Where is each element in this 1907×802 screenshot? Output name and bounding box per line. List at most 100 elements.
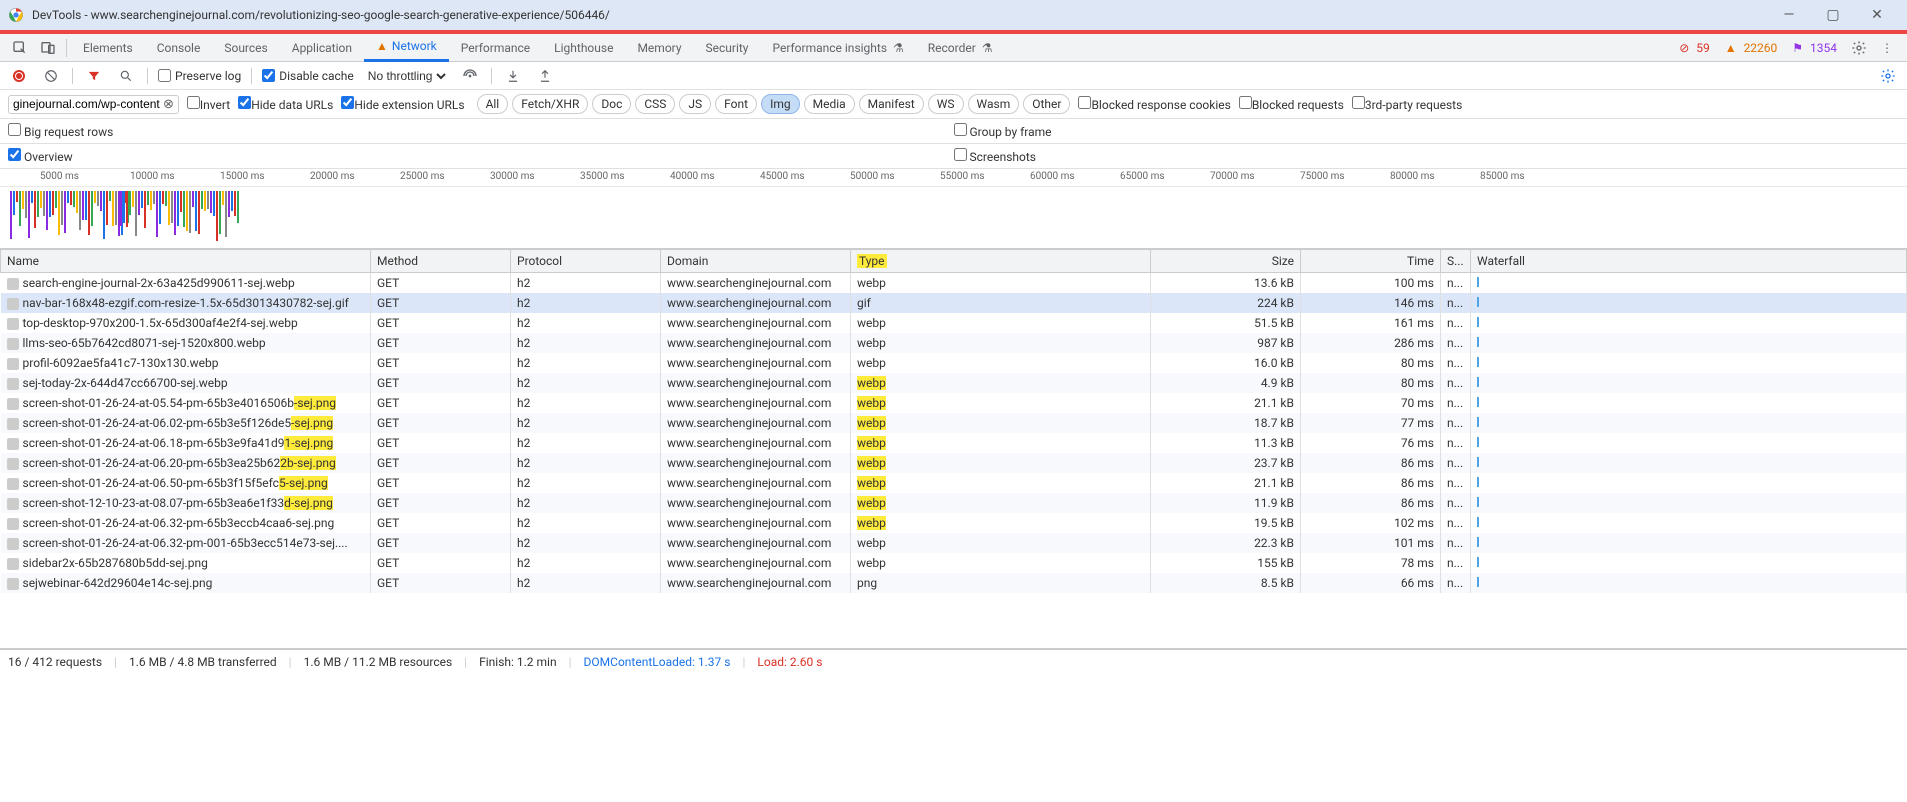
filter-pill-wasm[interactable]: Wasm: [968, 94, 1020, 114]
invert-label: Invert: [200, 98, 230, 112]
cell-time: 86 ms: [1301, 453, 1441, 473]
table-row[interactable]: profil-6092ae5fa41c7-130x130.webpGETh2ww…: [1, 353, 1907, 373]
tab-network[interactable]: ▲ Network: [364, 34, 449, 62]
issue-counters[interactable]: ⊘ 59 ▲ 22260 ⚑ 1354: [1675, 41, 1845, 55]
network-table: NameMethodProtocolDomainTypeSizeTimeS...…: [0, 249, 1907, 593]
filter-pill-img[interactable]: Img: [761, 94, 800, 114]
filter-pill-media[interactable]: Media: [804, 94, 855, 114]
col-domain[interactable]: Domain: [661, 250, 851, 273]
timeline-overview[interactable]: 5000 ms10000 ms15000 ms20000 ms25000 ms3…: [0, 169, 1907, 249]
table-row[interactable]: sejwebinar-642d29604e14c-sej.pngGETh2www…: [1, 573, 1907, 593]
table-row[interactable]: screen-shot-01-26-24-at-06.20-pm-65b3ea2…: [1, 453, 1907, 473]
filter-pill-js[interactable]: JS: [679, 94, 711, 114]
devtools-main-tabs: ElementsConsoleSourcesApplication▲ Netwo…: [0, 34, 1907, 62]
error-count: 59: [1696, 41, 1710, 55]
blocked-cookies-checkbox[interactable]: Blocked response cookies: [1078, 96, 1230, 112]
network-settings-icon[interactable]: [1877, 65, 1899, 87]
filter-pill-fetchxhr[interactable]: Fetch/XHR: [512, 94, 588, 114]
cell-size: 23.7 kB: [1151, 453, 1301, 473]
throttling-select[interactable]: No throttling: [364, 68, 449, 84]
table-row[interactable]: screen-shot-01-26-24-at-06.32-pm-001-65b…: [1, 533, 1907, 553]
big-rows-checkbox[interactable]: Big request rows: [8, 123, 113, 139]
maximize-button[interactable]: ▢: [1811, 0, 1855, 30]
filter-icon[interactable]: [83, 65, 105, 87]
filter-clear-icon[interactable]: ⊗: [163, 97, 174, 112]
disable-cache-checkbox[interactable]: Disable cache: [262, 69, 354, 83]
search-icon[interactable]: [115, 65, 137, 87]
col-name[interactable]: Name: [1, 250, 371, 273]
third-party-checkbox[interactable]: 3rd-party requests: [1352, 96, 1462, 112]
table-row[interactable]: top-desktop-970x200-1.5x-65d300af4e2f4-s…: [1, 313, 1907, 333]
cell-name: screen-shot-01-26-24-at-06.32-pm-001-65b…: [1, 533, 371, 553]
filter-pill-font[interactable]: Font: [715, 94, 757, 114]
cell-domain: www.searchenginejournal.com: [661, 513, 851, 533]
tab-recorder[interactable]: Recorder ⚗: [916, 34, 1005, 62]
tab-sources[interactable]: Sources: [212, 34, 279, 62]
col-time[interactable]: Time: [1301, 250, 1441, 273]
cell-protocol: h2: [511, 413, 661, 433]
tab-memory[interactable]: Memory: [625, 34, 693, 62]
col-type[interactable]: Type: [851, 250, 1151, 273]
col-s[interactable]: S...: [1441, 250, 1471, 273]
invert-checkbox[interactable]: Invert: [187, 96, 230, 112]
more-icon[interactable]: ⋮: [1873, 34, 1901, 62]
col-waterfall[interactable]: Waterfall: [1471, 250, 1907, 273]
status-bar: 16 / 412 requests| 1.6 MB / 4.8 MB trans…: [0, 649, 1907, 673]
col-protocol[interactable]: Protocol: [511, 250, 661, 273]
cell-type: webp: [851, 453, 1151, 473]
close-button[interactable]: ✕: [1855, 0, 1899, 30]
tab-security[interactable]: Security: [694, 34, 761, 62]
table-row[interactable]: screen-shot-12-10-23-at-08.07-pm-65b3ea6…: [1, 493, 1907, 513]
table-row[interactable]: screen-shot-01-26-24-at-06.18-pm-65b3e9f…: [1, 433, 1907, 453]
filter-pill-other[interactable]: Other: [1023, 94, 1070, 114]
group-frame-checkbox[interactable]: Group by frame: [954, 123, 1052, 139]
blocked-requests-checkbox[interactable]: Blocked requests: [1239, 96, 1344, 112]
filter-pill-doc[interactable]: Doc: [592, 94, 631, 114]
filter-pill-all[interactable]: All: [477, 94, 509, 114]
table-row[interactable]: screen-shot-01-26-24-at-05.54-pm-65b3e40…: [1, 393, 1907, 413]
col-method[interactable]: Method: [371, 250, 511, 273]
table-row[interactable]: sej-today-2x-644d47cc66700-sej.webpGETh2…: [1, 373, 1907, 393]
clear-button[interactable]: [40, 65, 62, 87]
hide-ext-urls-checkbox[interactable]: Hide extension URLs: [341, 96, 464, 112]
cell-status: n...: [1441, 453, 1471, 473]
tab-performance-insights[interactable]: Performance insights ⚗: [761, 34, 916, 62]
table-row[interactable]: nav-bar-168x48-ezgif.com-resize-1.5x-65d…: [1, 293, 1907, 313]
cell-waterfall: [1471, 553, 1907, 573]
import-har-icon[interactable]: [502, 65, 524, 87]
table-row[interactable]: search-engine-journal-2x-63a425d990611-s…: [1, 273, 1907, 294]
cell-waterfall: [1471, 313, 1907, 333]
cell-type: webp: [851, 513, 1151, 533]
inspect-icon[interactable]: [6, 34, 34, 62]
filter-pill-manifest[interactable]: Manifest: [859, 94, 924, 114]
tab-performance[interactable]: Performance: [449, 34, 542, 62]
export-har-icon[interactable]: [534, 65, 556, 87]
device-toggle-icon[interactable]: [34, 34, 62, 62]
filter-pill-css[interactable]: CSS: [635, 94, 675, 114]
table-row[interactable]: llms-seo-65b7642cd8071-sej-1520x800.webp…: [1, 333, 1907, 353]
col-size[interactable]: Size: [1151, 250, 1301, 273]
table-row[interactable]: sidebar2x-65b287680b5dd-sej.pngGETh2www.…: [1, 553, 1907, 573]
cell-method: GET: [371, 493, 511, 513]
filter-pill-ws[interactable]: WS: [928, 94, 964, 114]
divider: [72, 68, 73, 84]
hide-data-urls-checkbox[interactable]: Hide data URLs: [238, 96, 333, 112]
tab-lighthouse[interactable]: Lighthouse: [542, 34, 625, 62]
tab-console[interactable]: Console: [145, 34, 213, 62]
filter-input[interactable]: [13, 97, 163, 111]
settings-icon[interactable]: [1845, 34, 1873, 62]
record-button[interactable]: [8, 65, 30, 87]
screenshots-checkbox[interactable]: Screenshots: [954, 148, 1036, 164]
table-row[interactable]: screen-shot-01-26-24-at-06.50-pm-65b3f15…: [1, 473, 1907, 493]
big-rows-label: Big request rows: [24, 125, 113, 139]
chrome-icon: [8, 7, 24, 23]
table-row[interactable]: screen-shot-01-26-24-at-06.02-pm-65b3e5f…: [1, 413, 1907, 433]
tab-elements[interactable]: Elements: [71, 34, 145, 62]
cell-protocol: h2: [511, 433, 661, 453]
network-conditions-icon[interactable]: [459, 65, 481, 87]
overview-checkbox[interactable]: Overview: [8, 148, 73, 164]
table-row[interactable]: screen-shot-01-26-24-at-06.32-pm-65b3ecc…: [1, 513, 1907, 533]
minimize-button[interactable]: —: [1767, 0, 1811, 30]
tab-application[interactable]: Application: [280, 34, 364, 62]
preserve-log-checkbox[interactable]: Preserve log: [158, 69, 241, 83]
